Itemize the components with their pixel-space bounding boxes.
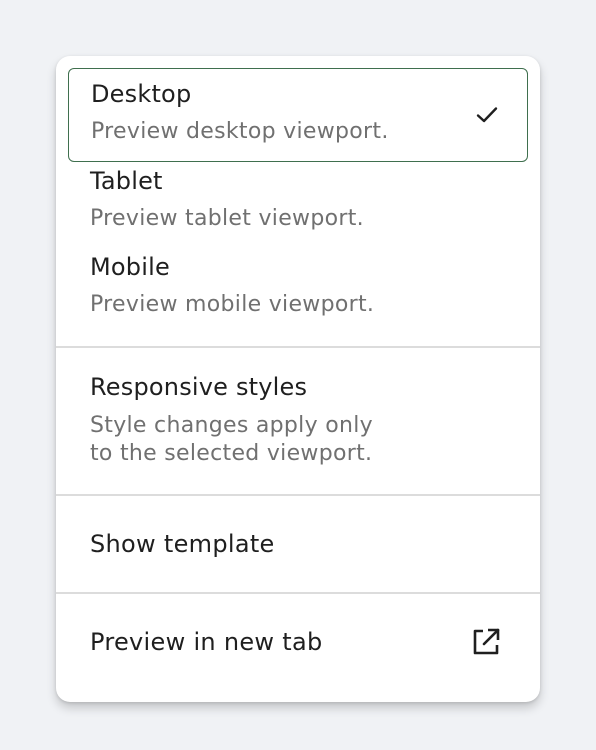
viewport-option-label: Tablet — [90, 167, 163, 195]
viewport-option-desktop[interactable]: Desktop Preview desktop viewport. — [68, 68, 528, 162]
responsive-styles-description: Style changes apply only to the selected… — [90, 412, 510, 468]
viewport-option-label: Desktop — [91, 80, 192, 108]
responsive-styles-description-line: to the selected viewport. — [90, 441, 373, 466]
viewport-option-label: Mobile — [90, 253, 170, 281]
show-template-item[interactable]: Show template — [56, 496, 540, 592]
responsive-styles-label: Responsive styles — [90, 373, 308, 401]
viewport-menu: Desktop Preview desktop viewport. Tablet… — [56, 56, 540, 702]
preview-new-tab-label: Preview in new tab — [90, 628, 323, 656]
viewport-option-description: Preview desktop viewport. — [91, 119, 389, 144]
preview-new-tab-item[interactable]: Preview in new tab — [56, 594, 540, 690]
responsive-styles-info: Responsive styles Style changes apply on… — [90, 372, 510, 468]
viewport-option-description: Preview tablet viewport. — [90, 206, 364, 231]
viewport-option-tablet[interactable]: Tablet Preview tablet viewport. — [68, 164, 528, 244]
check-icon — [476, 107, 498, 123]
viewport-options-group: Desktop Preview desktop viewport. Tablet… — [56, 56, 540, 346]
viewport-option-description: Preview mobile viewport. — [90, 292, 375, 317]
menu-divider — [56, 346, 540, 348]
responsive-styles-description-line: Style changes apply only — [90, 413, 373, 438]
viewport-option-mobile[interactable]: Mobile Preview mobile viewport. — [68, 250, 528, 330]
show-template-label: Show template — [90, 530, 275, 558]
external-link-icon — [473, 628, 500, 655]
